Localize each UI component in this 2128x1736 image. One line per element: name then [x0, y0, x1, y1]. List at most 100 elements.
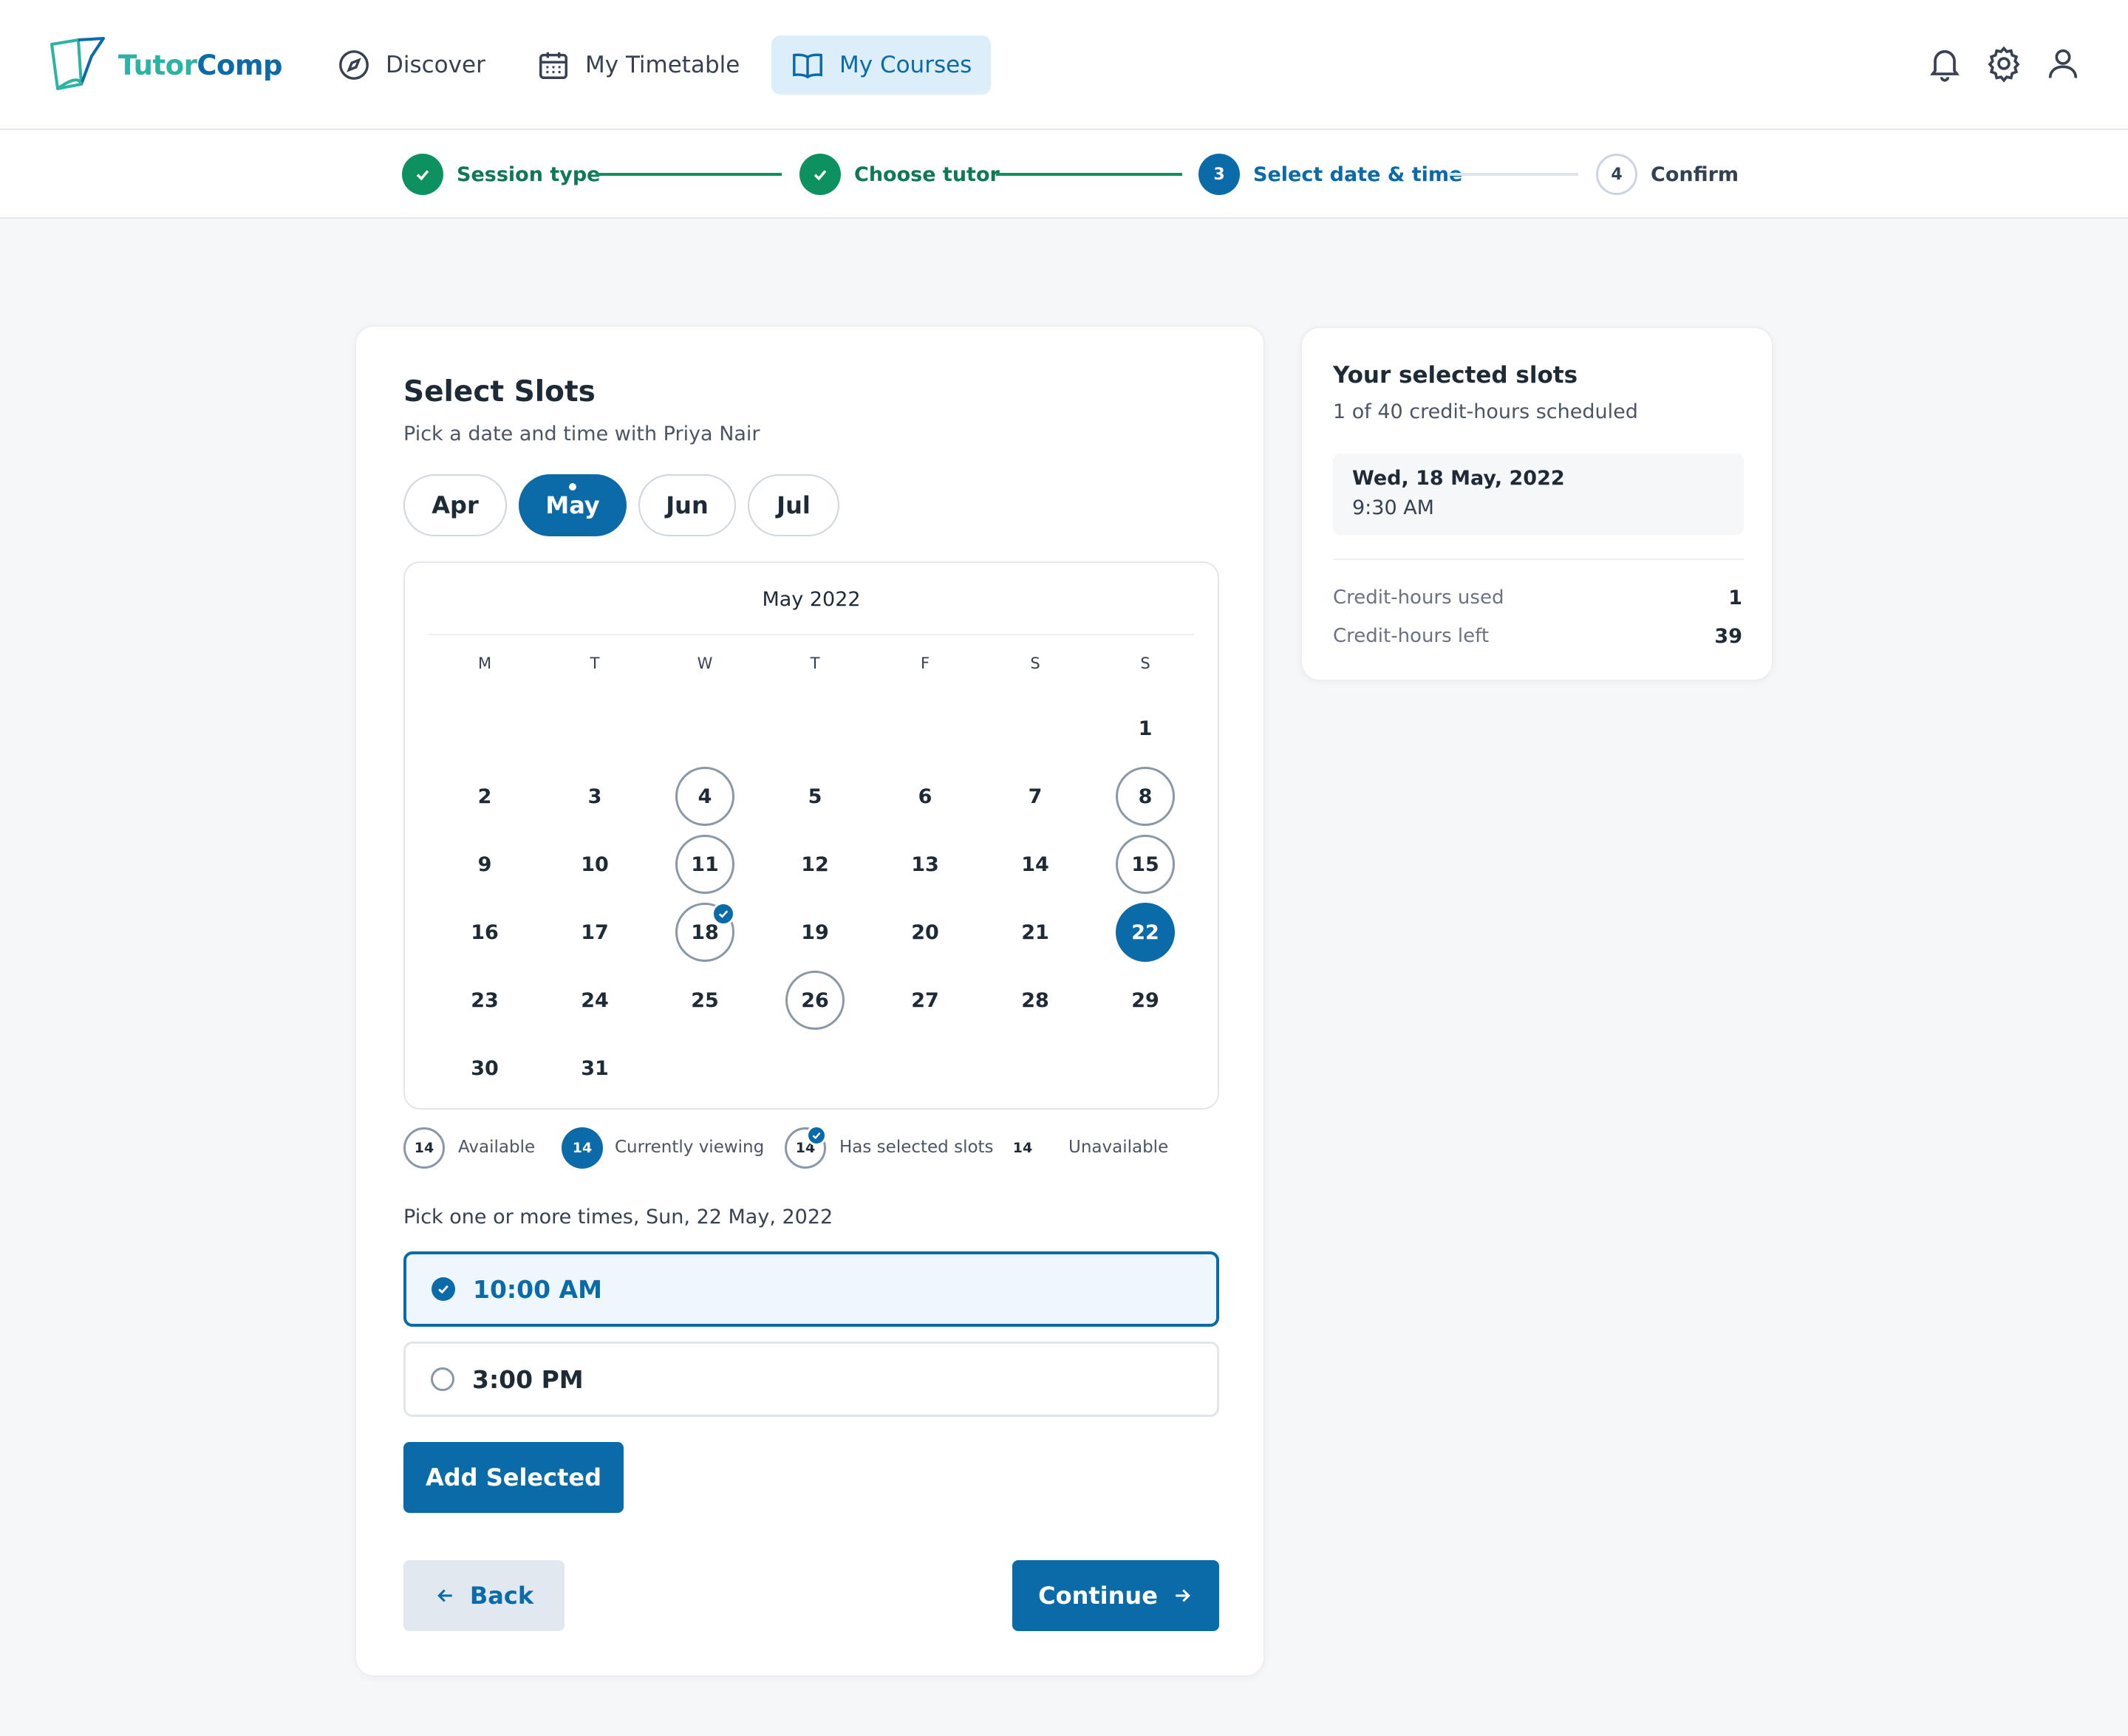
- step-label: Confirm: [1651, 163, 1739, 186]
- credit-left-label: Credit-hours left: [1333, 625, 1490, 647]
- calendar-day-18[interactable]: 18: [675, 902, 735, 962]
- day-number: 15: [1131, 852, 1159, 876]
- calendar-day-11[interactable]: 11: [675, 835, 734, 894]
- calendar-day-10: 10: [565, 835, 624, 894]
- calendar-day-29: 29: [1116, 971, 1175, 1030]
- continue-button[interactable]: Continue: [1012, 1560, 1219, 1631]
- nav-discover[interactable]: Discover: [318, 35, 505, 95]
- day-number: 30: [471, 1056, 499, 1080]
- select-slots-card: Select Slots Pick a date and time with P…: [355, 325, 1265, 1677]
- user-icon[interactable]: [2044, 44, 2082, 83]
- month-apr[interactable]: Apr: [403, 474, 507, 536]
- day-number: 22: [1131, 920, 1159, 944]
- calendar-day-16: 16: [455, 903, 514, 962]
- legend-available-sample: 14: [403, 1127, 445, 1169]
- day-number: 20: [911, 920, 939, 944]
- calendar-day-17: 17: [565, 903, 624, 962]
- check-circle-icon: [432, 1277, 455, 1301]
- calendar-day-24: 24: [565, 971, 624, 1030]
- day-number: 8: [1138, 785, 1153, 808]
- calendar-day-21: 21: [1006, 903, 1065, 962]
- step-session-type[interactable]: Session type: [402, 154, 600, 195]
- calendar-icon: [539, 52, 567, 79]
- calendar-day-2: 2: [455, 767, 514, 826]
- day-number: 2: [477, 785, 492, 808]
- calendar-day-22[interactable]: 22: [1116, 903, 1175, 962]
- time-label: 10:00 AM: [473, 1274, 602, 1304]
- step-label: Select date & time: [1253, 163, 1463, 186]
- calendar-day-14: 14: [1006, 835, 1065, 894]
- day-number: 24: [581, 988, 609, 1012]
- day-number: 21: [1021, 920, 1049, 944]
- day-number: 9: [477, 852, 492, 876]
- month-label: Jul: [777, 491, 811, 519]
- times-heading: Pick one or more times, Sun, 22 May, 202…: [403, 1206, 833, 1228]
- logo-icon: [50, 37, 105, 90]
- logo-text: TutorComp: [118, 49, 282, 81]
- legend-unavailable-sample: 14: [1012, 1140, 1033, 1156]
- radio-icon: [431, 1367, 454, 1391]
- add-selected-button[interactable]: Add Selected: [403, 1442, 624, 1513]
- top-navbar: TutorComp Discover My Timetable My Cours…: [0, 0, 2128, 130]
- weekday-header: S: [1030, 655, 1040, 672]
- day-number: 3: [587, 785, 602, 808]
- panel-title: Your selected slots: [1333, 362, 1578, 389]
- legend-has-selected-sample: 14: [785, 1125, 827, 1169]
- divider: [429, 634, 1194, 635]
- bell-icon[interactable]: [1926, 44, 1964, 83]
- day-number: 29: [1131, 988, 1159, 1012]
- calendar-day-8[interactable]: 8: [1116, 767, 1175, 826]
- day-number: 5: [808, 785, 822, 808]
- month-may[interactable]: May: [519, 474, 627, 536]
- calendar-day-4[interactable]: 4: [675, 767, 734, 826]
- day-number: 23: [471, 988, 499, 1012]
- day-number: 26: [801, 988, 829, 1012]
- step-choose-tutor[interactable]: Choose tutor: [799, 154, 1000, 195]
- back-label: Back: [469, 1582, 534, 1610]
- month-jun[interactable]: Jun: [638, 474, 736, 536]
- step-label: Session type: [457, 163, 601, 186]
- credit-used-value: 1: [1728, 587, 1742, 609]
- selected-slot-item[interactable]: Wed, 18 May, 2022 9:30 AM: [1333, 454, 1744, 535]
- calendar-day-31: 31: [565, 1039, 624, 1098]
- nav-my-timetable[interactable]: My Timetable: [517, 35, 759, 95]
- nav-my-courses-label: My Courses: [839, 52, 972, 78]
- weekday-header: F: [920, 655, 930, 672]
- calendar-day-12: 12: [785, 835, 845, 894]
- calendar-day-26[interactable]: 26: [785, 971, 845, 1030]
- calendar-day-3: 3: [565, 767, 624, 826]
- check-icon: [799, 154, 841, 195]
- time-option-10am[interactable]: 10:00 AM: [403, 1251, 1219, 1327]
- nav-my-courses[interactable]: My Courses: [771, 35, 992, 95]
- check-icon: [806, 1125, 827, 1146]
- calendar-day-7: 7: [1006, 767, 1065, 826]
- step-label: Choose tutor: [854, 163, 1000, 186]
- day-number: 17: [581, 920, 609, 944]
- day-number: 18: [691, 920, 719, 944]
- weekday-header: W: [697, 655, 713, 672]
- legend-viewing-sample: 14: [562, 1127, 603, 1169]
- progress-stepper: Session type Choose tutor 3 Select date …: [0, 130, 2128, 219]
- calendar-day-15[interactable]: 15: [1116, 835, 1175, 894]
- step-number: 3: [1198, 154, 1240, 195]
- calendar-day-25: 25: [675, 971, 734, 1030]
- step-confirm[interactable]: 4 Confirm: [1596, 154, 1739, 195]
- time-label: 3:00 PM: [472, 1364, 584, 1394]
- legend-unavailable-label: Unavailable: [1068, 1138, 1169, 1157]
- time-option-3pm[interactable]: 3:00 PM: [403, 1342, 1219, 1417]
- day-number: 25: [691, 988, 719, 1012]
- gear-icon[interactable]: [1985, 44, 2023, 83]
- day-number: 31: [581, 1056, 609, 1080]
- arrow-right-icon: [1176, 1589, 1190, 1602]
- step-select-date-time[interactable]: 3 Select date & time: [1198, 154, 1462, 195]
- day-number: 13: [911, 852, 939, 876]
- legend-available-label: Available: [458, 1138, 536, 1157]
- slot-date: Wed, 18 May, 2022: [1352, 467, 1565, 490]
- day-number: 4: [698, 785, 712, 808]
- panel-subtitle: 1 of 40 credit-hours scheduled: [1333, 400, 1638, 423]
- back-button[interactable]: Back: [403, 1560, 565, 1631]
- book-icon: [793, 53, 822, 79]
- selected-dot: [569, 483, 576, 491]
- logo[interactable]: TutorComp: [49, 37, 282, 93]
- month-jul[interactable]: Jul: [748, 474, 839, 536]
